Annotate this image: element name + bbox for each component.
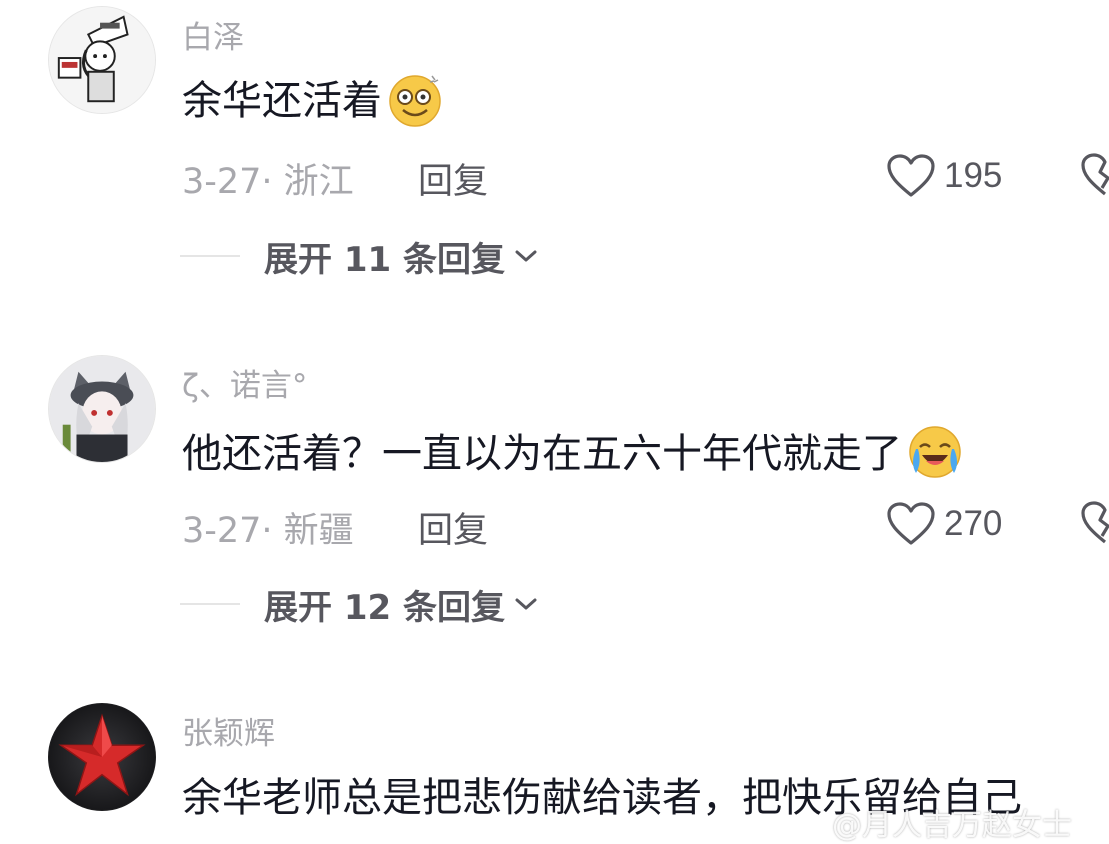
avatar[interactable] xyxy=(48,6,156,114)
comment-username[interactable]: 白泽 xyxy=(182,12,244,57)
comment-text: 余华还活着 xyxy=(182,74,444,132)
avatar-image xyxy=(49,7,155,113)
chevron-down-icon xyxy=(515,598,537,610)
divider-line xyxy=(180,603,240,605)
reply-button[interactable]: 回复 xyxy=(418,502,488,553)
divider-line xyxy=(180,255,240,257)
avatar[interactable] xyxy=(48,355,156,463)
comment-username[interactable]: ζ、诺言° xyxy=(182,360,307,405)
avatar[interactable] xyxy=(48,703,156,811)
reply-button[interactable]: 回复 xyxy=(418,153,488,204)
chevron-down-icon xyxy=(515,250,537,262)
heart-icon xyxy=(887,502,935,545)
comment-text-content: 他还活着？一直以为在五六十年代就走了 xyxy=(182,431,902,477)
crying-laughing-emoji-icon xyxy=(906,423,964,481)
comment-text: 他还活着？一直以为在五六十年代就走了 xyxy=(182,426,964,485)
comment-username[interactable]: 张颖辉 xyxy=(182,708,275,753)
expand-replies-button[interactable]: 展开 12 条回复 xyxy=(180,582,539,628)
like-button[interactable]: 270 xyxy=(886,500,1002,548)
comment-meta: 3-27· 浙江 xyxy=(182,162,354,202)
heart-icon xyxy=(887,154,935,197)
expand-replies-label: 展开 11 条回复 xyxy=(264,239,505,280)
dizzy-smile-emoji-icon xyxy=(386,70,444,128)
expand-replies-label: 展开 12 条回复 xyxy=(264,587,505,628)
weibo-watermark: @月人吉万赵女士 xyxy=(832,808,1072,843)
like-count: 270 xyxy=(944,504,1003,543)
dislike-button[interactable] xyxy=(1080,500,1109,546)
star-avatar-image xyxy=(49,704,155,810)
dislike-button[interactable] xyxy=(1080,152,1109,198)
like-count: 195 xyxy=(944,156,1003,195)
expand-replies-button[interactable]: 展开 11 条回复 xyxy=(180,234,539,280)
avatar-image xyxy=(49,356,155,462)
comment-text-content: 余华还活着 xyxy=(182,78,382,124)
like-button[interactable]: 195 xyxy=(886,152,1002,200)
broken-heart-icon xyxy=(1081,153,1109,196)
broken-heart-icon xyxy=(1081,501,1109,544)
comment-meta: 3-27· 新疆 xyxy=(182,511,354,551)
